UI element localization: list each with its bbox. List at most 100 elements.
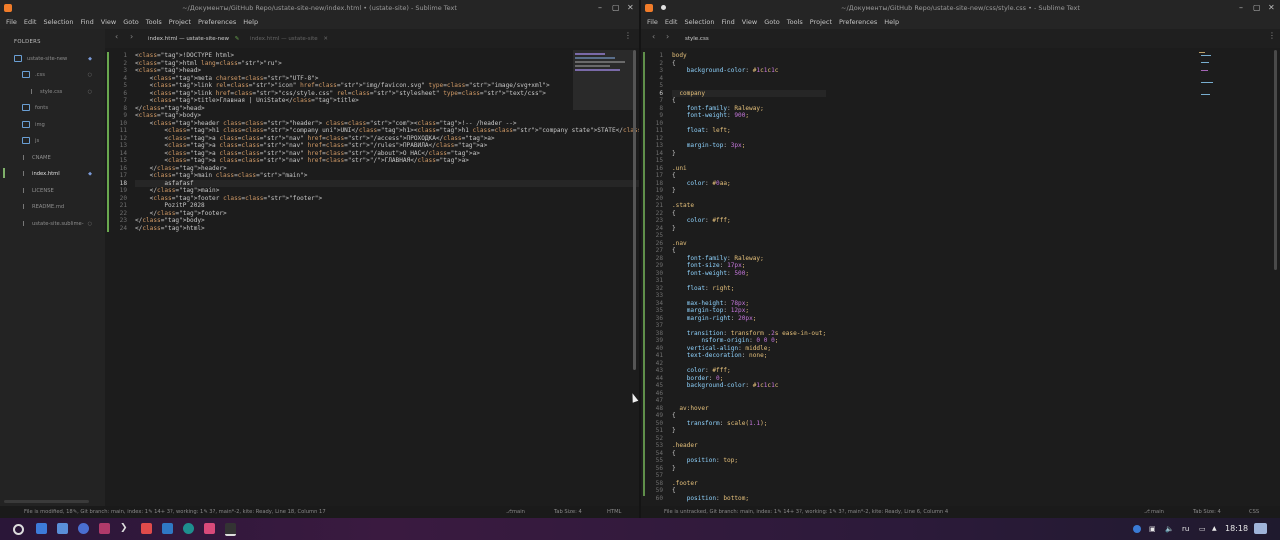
code-line[interactable]: background-color: #1c1c1c [672,67,826,75]
code-line[interactable]: </class="tag">footer> [135,210,639,218]
code-line[interactable]: } [672,150,826,158]
menu-project[interactable]: Project [810,18,832,26]
code-line[interactable]: vertical-align: middle; [672,345,826,353]
code-content[interactable]: <class="tag">!DOCTYPE html> <class="tag">… [135,52,639,232]
menu-goto[interactable]: Goto [764,18,780,26]
code-line[interactable]: margin-top: 12px; [672,307,826,315]
code-line[interactable]: color: #fff; [672,217,826,225]
code-line[interactable]: border: 0; [672,375,826,383]
code-line[interactable]: color: #0aa; [672,180,826,188]
code-line[interactable]: <class="tag">meta charset=class="str">"U… [135,75,639,83]
minimap[interactable] [1199,50,1219,120]
status-branch[interactable]: main [512,506,525,518]
code-line[interactable]: company [672,89,827,97]
code-line[interactable]: margin-right: 20px; [672,315,826,323]
code-line[interactable]: </class="tag">header> [135,165,639,173]
code-line[interactable] [672,277,826,285]
sublime-text-icon[interactable] [225,523,236,536]
battery-icon[interactable]: ▭ [1199,518,1206,540]
code-line[interactable]: { [672,210,826,218]
code-line[interactable]: float: left; [672,127,826,135]
code-line[interactable]: { [672,487,826,495]
github-desktop-icon[interactable] [183,523,194,534]
right-code-editor[interactable]: 1 2 3 4 5 6 7 8 9 10 11 12 13 14 15 16 17 18 19 20 21 22 23 24 2… [641,48,1280,506]
tray-language[interactable]: ru [1182,518,1189,540]
tray-expand-icon[interactable]: ▲ [1212,518,1217,540]
code-line[interactable]: <class="tag">link href=class="str">"css/… [135,90,639,98]
menu-tools[interactable]: Tools [146,18,162,26]
sidebar-item-img[interactable]: img [22,120,45,130]
clipboard-icon[interactable]: ▣ [1149,518,1156,540]
code-line[interactable]: .header [672,442,826,450]
app-icon-2[interactable] [204,523,215,534]
code-line[interactable]: <class="tag">link rel=class="str">"icon"… [135,82,639,90]
code-line[interactable]: </class="tag">html> [135,225,639,233]
right-titlebar[interactable]: ~/Документы/GitHub Repo/ustate-site-new/… [641,0,1280,16]
code-line[interactable]: font-family: Raleway; [672,105,826,113]
code-line[interactable]: float: right; [672,285,826,293]
sidebar-scrollbar[interactable] [4,500,89,503]
menu-project[interactable]: Project [169,18,191,26]
code-line[interactable]: <class="tag">main class=class="str">"mai… [135,172,639,180]
code-line[interactable]: text-decoration: none; [672,352,826,360]
code-line[interactable]: .state [672,202,826,210]
code-line[interactable] [672,75,826,83]
menu-goto[interactable]: Goto [123,18,139,26]
maximize-icon[interactable]: ▢ [1253,0,1261,16]
vscode-icon[interactable] [162,523,173,534]
code-line[interactable] [672,157,826,165]
code-line[interactable]: .uni [672,165,826,173]
code-line[interactable]: } [672,187,826,195]
code-content[interactable]: body{ background-color: #1c1c1c company{… [672,52,827,503]
menu-preferences[interactable]: Preferences [839,18,877,26]
tab-overflow-menu-icon[interactable]: ⋮ [624,31,632,40]
minimize-icon[interactable]: – [598,0,602,16]
sidebar-item-index-html[interactable]: index.html [23,169,60,179]
menu-help[interactable]: Help [243,18,258,26]
status-tab-size[interactable]: Tab Size: 4 [554,506,582,518]
code-line[interactable]: transition: transform .2s ease-in-out; [672,330,826,338]
pdf-icon[interactable] [141,523,152,534]
tab-index-html-new[interactable]: index.html — ustate-site-new ✎ [148,29,240,49]
sidebar-item-sublime-project[interactable]: ustate-site.sublime- [23,219,84,229]
code-line[interactable]: { [672,450,826,458]
code-line[interactable]: position: top; [672,457,826,465]
code-line[interactable] [672,292,826,300]
code-line[interactable] [672,232,826,240]
code-line[interactable]: <class="tag">a class=class="str">"nav" h… [135,150,639,158]
code-line[interactable]: <class="tag">head> [135,67,639,75]
nav-back-icon[interactable]: ‹ [652,32,655,41]
sidebar-item-js[interactable]: js [22,136,39,146]
sidebar-item-project[interactable]: ustate-site-new [14,54,67,64]
menu-find[interactable]: Find [80,18,93,26]
sidebar-item-fonts[interactable]: fonts [22,103,48,113]
tray-clock[interactable]: 18:18 [1225,518,1248,540]
code-line[interactable]: .footer [672,480,826,488]
code-line[interactable]: </class="tag">body> [135,217,639,225]
code-line[interactable]: color: #fff; [672,367,826,375]
code-line[interactable]: margin-top: 3px; [672,142,826,150]
start-menu-icon[interactable] [13,524,24,535]
code-line[interactable]: background-color: #1c1c1c [672,382,826,390]
bluetooth-icon[interactable] [1133,525,1141,533]
nav-forward-icon[interactable]: › [130,32,133,41]
code-line[interactable]: font-family: Raleway; [672,255,826,263]
code-line[interactable] [672,82,826,90]
code-line[interactable]: transform: scale(1.1); [672,420,826,428]
code-line[interactable]: <class="tag">h1 class=class="str">"compa… [135,127,639,135]
code-line[interactable]: <class="tag">body> [135,112,639,120]
minimap[interactable] [573,50,633,110]
code-line[interactable]: </class="tag">head> [135,105,639,113]
menu-edit[interactable]: Edit [24,18,37,26]
code-line[interactable]: PozitP 2028 [135,202,639,210]
right-vertical-scrollbar[interactable] [1274,50,1277,270]
code-line[interactable]: <class="tag">!DOCTYPE html> [135,52,639,60]
code-line[interactable]: </class="tag">main> [135,187,639,195]
code-line[interactable]: font-size: 17px; [672,262,826,270]
code-line[interactable]: { [672,97,826,105]
tab-overflow-menu-icon[interactable]: ⋮ [1268,31,1276,40]
code-line[interactable]: } [672,427,826,435]
code-line[interactable]: av:hover [672,405,826,413]
code-line[interactable]: position: bottom; [672,495,826,503]
sidebar-item-css[interactable]: .css [22,70,45,80]
